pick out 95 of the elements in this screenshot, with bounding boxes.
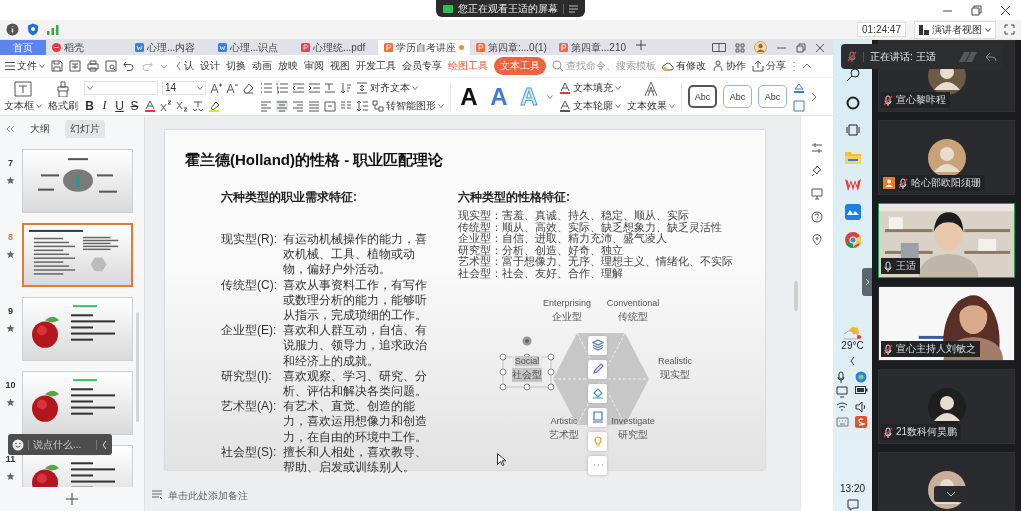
menu-item[interactable]: 切换 bbox=[226, 59, 246, 73]
slide-title: 霍兰德(Holland)的性格 - 职业匹配理论 bbox=[185, 151, 445, 170]
participant-name: 宣心主持人刘敏之 bbox=[896, 342, 976, 356]
type-label: 研究型(I): bbox=[221, 368, 273, 385]
screen-share-notice: 您正在观看王适的屏幕 bbox=[458, 1, 558, 16]
diagram-label: Enterprising bbox=[543, 297, 591, 308]
toolbar-action[interactable]: 有修改 bbox=[662, 59, 706, 73]
document-tab[interactable]: 心理...内容 bbox=[129, 40, 212, 55]
type-description: 喜欢和人群互动，自信、有说服力、领导力，追求政治和经济上的成就。 bbox=[283, 323, 428, 369]
type-description: 有艺术、直觉、创造的能力，喜欢运用想像力和创造力，在自由的环境中工作。 bbox=[283, 399, 428, 445]
type-description: 喜欢观察、学习、研究、分析、评估和解决各类问题。 bbox=[283, 368, 428, 400]
menu-item[interactable]: 审阅 bbox=[304, 59, 324, 73]
trait-line: 社会型：社会、友好、合作、理解 bbox=[458, 267, 623, 280]
column-heading: 六种类型的职业需求特征: bbox=[221, 189, 358, 206]
type-label: 传统型(C): bbox=[221, 277, 278, 294]
smart-art-button[interactable]: 转智能图形 bbox=[372, 98, 444, 113]
text-style-preset[interactable]: Abc bbox=[723, 85, 752, 108]
type-label: 社会型(S): bbox=[221, 444, 278, 461]
type-description: 擅长和人相处，喜欢教导、帮助、启发或训练别人。 bbox=[283, 444, 428, 476]
menu-item[interactable]: 设计 bbox=[200, 59, 220, 73]
toolbar-action[interactable]: 分享 bbox=[752, 59, 786, 73]
format-painter-button[interactable]: 格式刷 bbox=[48, 80, 78, 113]
type-label: 艺术型(A): bbox=[221, 399, 278, 416]
notes-placeholder[interactable]: 单击此处添加备注 bbox=[168, 489, 248, 503]
type-label: 现实型(R): bbox=[221, 232, 278, 248]
trait-line: 企业型：自信、进取、精力充沛、盛气凌人 bbox=[458, 233, 667, 245]
ribbon-tab[interactable]: 绘图工具 bbox=[448, 59, 488, 73]
document-tab[interactable]: 心理...识点 bbox=[212, 40, 295, 55]
trait-line: 传统型：顺从、高效、实际、缺乏想象力、缺乏灵活性 bbox=[458, 221, 723, 233]
format-button[interactable]: B bbox=[84, 98, 95, 113]
format-button[interactable]: U bbox=[114, 98, 125, 113]
taskbar-clock[interactable]: 13:20 bbox=[840, 482, 865, 494]
participant-tile[interactable]: 宣心主持人刘敏之 bbox=[878, 286, 1015, 361]
align-text-button[interactable]: 对齐文本 bbox=[356, 80, 418, 95]
slide-number: 9 bbox=[8, 306, 13, 316]
panel-tab[interactable]: 幻灯片 bbox=[65, 120, 105, 138]
participant-name: 哈心部欧阳须珊 bbox=[911, 176, 981, 190]
text-style-preset[interactable]: Abc bbox=[688, 85, 717, 108]
trait-line: 研究型：分析、创造、好奇、独立 bbox=[458, 244, 623, 257]
chat-toast[interactable]: 说点什么... bbox=[8, 434, 112, 455]
menu-item[interactable]: 动画 bbox=[252, 59, 272, 73]
menu-item[interactable]: 认 bbox=[175, 59, 194, 73]
type-description: 有运动机械操作的能力，喜欢机械、工具、植物或动物，偏好户外活动。 bbox=[283, 232, 428, 278]
diagram-label: Realistic bbox=[658, 355, 692, 366]
diagram-label: Conventional bbox=[606, 297, 660, 308]
font-size-field[interactable]: 14 bbox=[162, 80, 206, 95]
participant-name: 21数科何昊鹏 bbox=[896, 425, 958, 439]
trait-line: 现实型：害羞、真诚、持久、稳定、顺从、实际 bbox=[458, 210, 690, 221]
diagram-label: Social bbox=[514, 355, 540, 366]
diagram-label: 传统型 bbox=[618, 309, 648, 324]
menu-item[interactable]: 会员专享 bbox=[402, 59, 442, 73]
diagram-label: 社会型 bbox=[512, 367, 542, 382]
diagram-label: 企业型 bbox=[552, 309, 582, 324]
text-effect-button[interactable]: 文本效果 bbox=[627, 80, 675, 113]
document-tab[interactable]: 首页 bbox=[0, 40, 46, 55]
file-menu[interactable]: 文件 bbox=[5, 59, 45, 73]
slide-number: 11 bbox=[5, 454, 16, 464]
participant-name: 王适 bbox=[896, 259, 916, 273]
slide-number: 10 bbox=[5, 380, 16, 390]
text-art-style[interactable]: A bbox=[457, 84, 481, 109]
text-art-style[interactable]: A bbox=[487, 84, 511, 109]
text-style-preset[interactable]: Abc bbox=[758, 85, 787, 108]
slide-number: 7 bbox=[8, 158, 13, 168]
menu-item[interactable]: 视图 bbox=[330, 59, 350, 73]
panel-tab[interactable]: 大纲 bbox=[25, 120, 55, 138]
document-tab[interactable]: 心理统...pdf bbox=[295, 40, 378, 55]
view-mode-button[interactable]: 演讲者视图 bbox=[914, 20, 996, 39]
meeting-timer: 01:24:47 bbox=[857, 22, 906, 37]
diagram-label: 现实型 bbox=[660, 367, 690, 382]
menu-item[interactable]: 开发工具 bbox=[356, 59, 396, 73]
document-tab[interactable]: 学历自考讲座 bbox=[378, 40, 470, 55]
format-button[interactable]: I bbox=[99, 98, 110, 113]
text-box-button[interactable]: 文本框 bbox=[4, 80, 42, 113]
format-button[interactable]: S bbox=[129, 98, 140, 113]
menu-item[interactable]: 放映 bbox=[278, 59, 298, 73]
column-heading: 六种类型的性格特征: bbox=[458, 189, 571, 206]
type-description: 喜欢从事资料工作，有写作或数理分析的能力，能够听从指示，完成琐细的工作。 bbox=[283, 277, 428, 324]
diagram-label: 艺术型 bbox=[549, 427, 579, 442]
participant-name: 宣心黎咔程 bbox=[896, 93, 946, 107]
diagram-label: Artistic bbox=[550, 415, 578, 426]
weather-temperature[interactable]: 29°C bbox=[841, 339, 864, 351]
document-tab[interactable]: 稻壳 bbox=[46, 40, 129, 55]
slide-number: 8 bbox=[8, 232, 13, 242]
text-fill-button[interactable]: 文本填充 bbox=[559, 80, 621, 95]
type-label: 企业型(E): bbox=[221, 323, 278, 340]
trait-line: 艺术型：富于想像力、无序、理想主义、情绪化、不实际 bbox=[458, 256, 733, 268]
document-tab[interactable]: 第四章...210 bbox=[553, 40, 636, 55]
text-outline-button[interactable]: 文本轮廓 bbox=[559, 98, 621, 113]
document-tab[interactable]: 第四章:...0(1) bbox=[470, 40, 553, 55]
diagram-label: 研究型 bbox=[618, 427, 648, 442]
participant-tile[interactable]: 21数科何昊鹏 bbox=[878, 369, 1015, 444]
participant-tile[interactable]: 哈心部欧阳须珊 bbox=[878, 120, 1015, 195]
toolbar-action[interactable]: 协作 bbox=[712, 59, 746, 73]
diagram-label: Investigate bbox=[611, 415, 655, 426]
participant-tile[interactable]: 王适 bbox=[878, 203, 1015, 278]
